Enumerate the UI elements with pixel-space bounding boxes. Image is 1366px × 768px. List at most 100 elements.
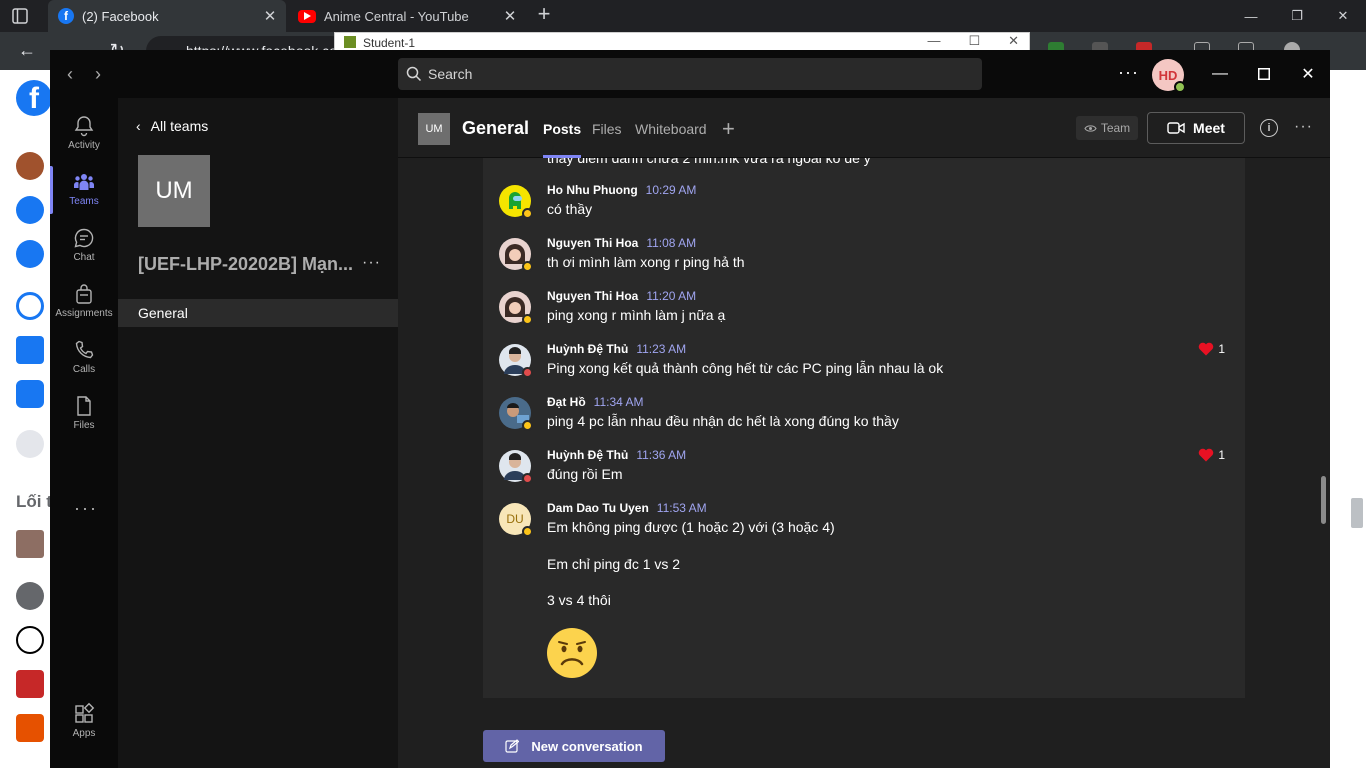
shortcut-image[interactable]: [16, 714, 44, 742]
message-text: Ping xong kết quả thành công hết từ các …: [547, 360, 944, 376]
message: Nguyen Thi Hoa 11:20 AM ping xong r mình …: [499, 289, 1239, 339]
meet-button[interactable]: Meet: [1147, 112, 1245, 144]
facebook-logo-icon[interactable]: f: [16, 80, 52, 116]
tab-whiteboard[interactable]: Whiteboard: [635, 121, 707, 137]
amongus-avatar[interactable]: [499, 185, 533, 219]
marketplace-icon[interactable]: [16, 336, 44, 364]
maximize-icon[interactable]: ☐: [968, 33, 980, 49]
close-icon[interactable]: ✕: [1008, 33, 1019, 49]
team-button[interactable]: Team: [1076, 116, 1138, 140]
tab-files[interactable]: Files: [592, 121, 622, 137]
chevron-left-icon: ‹: [136, 118, 141, 134]
more-options-icon[interactable]: ···: [1118, 62, 1139, 83]
author-name: Đạt Hồ: [547, 395, 586, 409]
message-text: thấy điểm danh chưa 2 min.mk vừa ra ngoà…: [547, 158, 871, 166]
reaction-count: 1: [1218, 448, 1225, 462]
presence-busy-icon: [522, 367, 533, 378]
message-text: ping xong r mình làm j nữa ạ: [547, 307, 726, 323]
rail-item-apps[interactable]: Apps: [50, 694, 118, 750]
reaction[interactable]: 1: [1198, 342, 1225, 356]
add-tab-icon[interactable]: +: [722, 116, 735, 142]
assignments-icon: [76, 284, 92, 304]
file-icon: [77, 396, 91, 416]
new-tab-icon[interactable]: +: [533, 3, 555, 26]
student-window: Student-1 — ☐ ✕: [334, 32, 1030, 52]
back-arrow-icon[interactable]: ←: [16, 40, 38, 62]
youtube-favicon-icon: [298, 9, 316, 23]
chevron-down-icon[interactable]: [16, 430, 44, 458]
user-avatar[interactable]: [499, 344, 533, 378]
message-text: Em không ping được (1 hoặc 2) với (3 hoặ…: [547, 519, 835, 535]
browser-tab-youtube[interactable]: Anime Central - YouTube ✕: [288, 0, 526, 32]
groups-icon[interactable]: [16, 240, 44, 268]
phone-icon: [75, 340, 94, 359]
close-icon[interactable]: ✕: [1320, 0, 1366, 32]
back-chevron-icon[interactable]: ‹: [60, 64, 80, 84]
team-name[interactable]: [UEF-LHP-20202B] Mạn...: [138, 254, 360, 275]
timestamp: 11:20 AM: [646, 289, 697, 303]
initials-avatar[interactable]: DU: [499, 503, 533, 537]
friends-icon[interactable]: [16, 196, 44, 224]
frowning-face-emoji-icon: [547, 628, 597, 678]
presence-busy-icon: [522, 473, 533, 484]
heart-icon: [1199, 448, 1214, 462]
close-tab-icon[interactable]: ✕: [500, 7, 520, 25]
message-text: 3 vs 4 thôi: [547, 592, 611, 608]
shortcut-image[interactable]: [16, 670, 44, 698]
user-avatar[interactable]: [499, 238, 533, 272]
restore-icon[interactable]: ❐: [1274, 0, 1320, 32]
shortcut-image[interactable]: [16, 626, 44, 654]
reaction-count: 1: [1218, 342, 1225, 356]
more-apps-icon[interactable]: ···: [74, 498, 98, 519]
more-options-icon[interactable]: ···: [362, 254, 381, 272]
user-avatar[interactable]: [499, 291, 533, 325]
page-scrollbar[interactable]: [1351, 498, 1363, 528]
minimize-icon[interactable]: —: [927, 33, 940, 49]
forward-chevron-icon[interactable]: ›: [88, 64, 108, 84]
browser-window-controls: — ❐ ✕: [1228, 0, 1366, 32]
new-conversation-button[interactable]: New conversation: [483, 730, 665, 762]
all-teams-link[interactable]: ‹ All teams: [136, 118, 208, 134]
author-name: Dam Dao Tu Uyen: [547, 501, 649, 515]
rail-item-teams[interactable]: Teams: [50, 162, 118, 218]
search-input[interactable]: Search: [398, 58, 982, 90]
watch-icon[interactable]: [16, 380, 44, 408]
user-avatar[interactable]: [499, 450, 533, 484]
rail-item-assignments[interactable]: Assignments: [50, 274, 118, 330]
timestamp: 11:53 AM: [656, 501, 707, 515]
rail-item-calls[interactable]: Calls: [50, 330, 118, 386]
app-icon: [344, 36, 356, 48]
user-avatar[interactable]: [499, 397, 533, 431]
author-name: Ho Nhu Phuong: [547, 183, 638, 197]
maximize-icon[interactable]: [1252, 62, 1276, 86]
close-tab-icon[interactable]: ✕: [260, 7, 280, 25]
author-name: Nguyen Thi Hoa: [547, 236, 639, 250]
tab-actions-icon[interactable]: [10, 6, 30, 26]
message: Huỳnh Đệ Thủ 11:36 AM đúng rồi Em 1: [499, 448, 1239, 498]
facebook-favicon-icon: f: [58, 8, 74, 24]
tab-posts[interactable]: Posts: [543, 121, 582, 158]
shortcut-image[interactable]: [16, 530, 44, 558]
timestamp: 11:23 AM: [636, 342, 687, 356]
bell-icon: [74, 116, 94, 137]
rail-label: Files: [73, 420, 95, 431]
rail-label: Apps: [72, 728, 96, 739]
rail-item-chat[interactable]: Chat: [50, 218, 118, 274]
channel-item-general[interactable]: General: [118, 299, 398, 327]
feed-scrollbar[interactable]: [1321, 476, 1326, 524]
minimize-icon[interactable]: —: [1228, 0, 1274, 32]
reaction[interactable]: 1: [1198, 448, 1225, 462]
profile-avatar-icon[interactable]: [16, 152, 44, 180]
rail-item-files[interactable]: Files: [50, 386, 118, 442]
close-icon[interactable]: ✕: [1296, 62, 1320, 86]
more-options-icon[interactable]: ···: [1294, 118, 1313, 136]
browser-tab-facebook[interactable]: f (2) Facebook ✕: [48, 0, 286, 32]
minimize-icon[interactable]: —: [1208, 62, 1232, 86]
memories-icon[interactable]: [16, 292, 44, 320]
rail-label: Activity: [68, 140, 100, 151]
rail-item-activity[interactable]: Activity: [50, 106, 118, 162]
info-icon[interactable]: i: [1260, 119, 1278, 137]
group-icon[interactable]: [16, 582, 44, 610]
teams-titlebar: ‹ › Search ··· HD — ✕: [50, 50, 1330, 98]
user-avatar[interactable]: HD: [1152, 59, 1186, 93]
